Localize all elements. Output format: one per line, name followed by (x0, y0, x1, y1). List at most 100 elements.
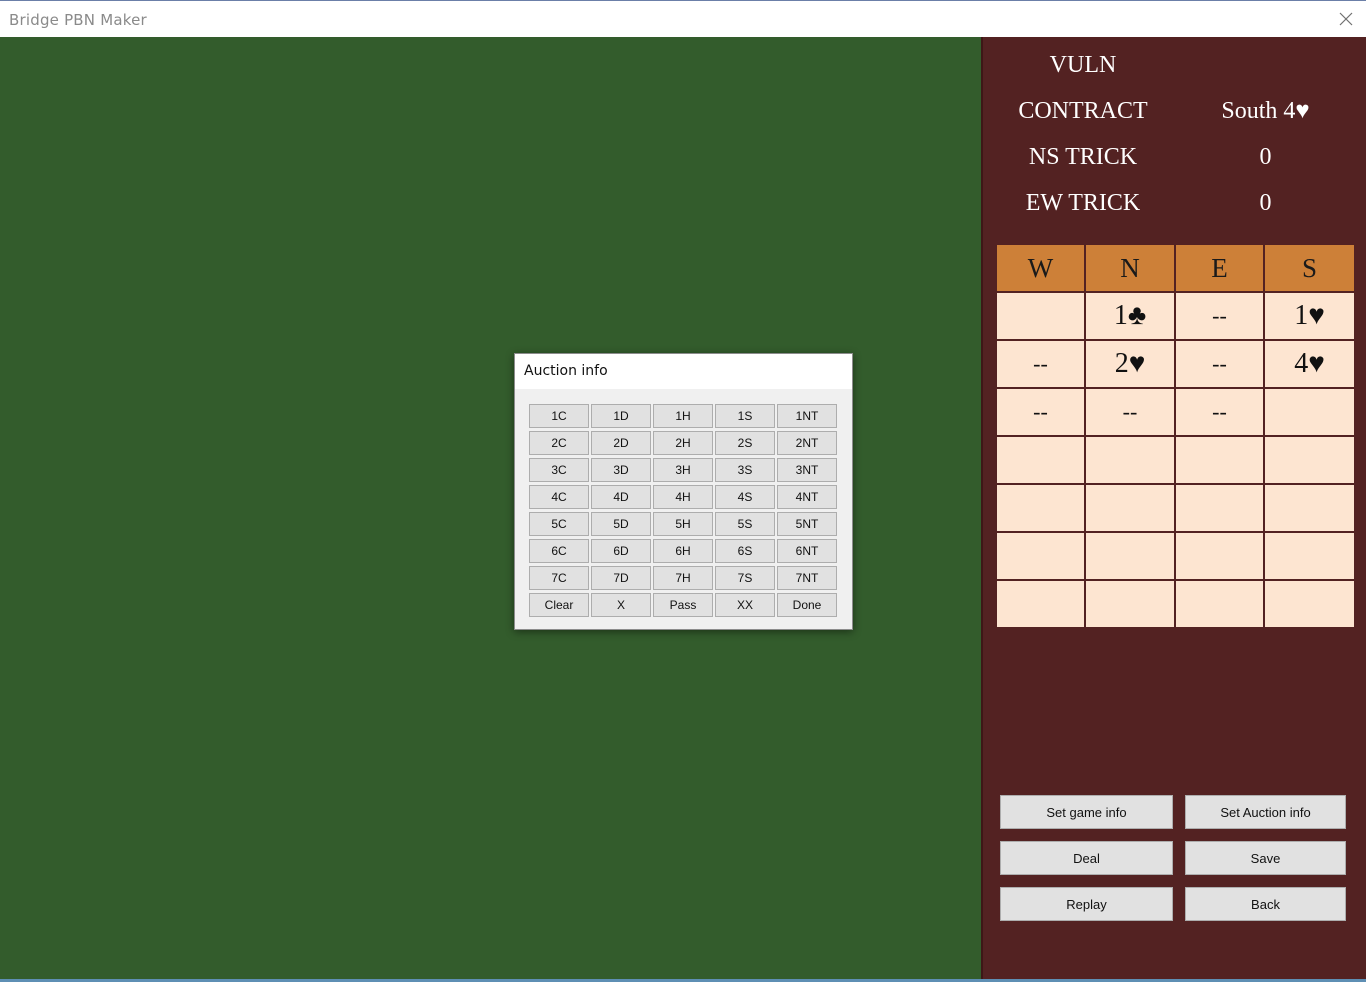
auction-history-grid: W N E S 1♣ -- 1♥ -- 2♥ -- 4♥ -- -- -- (995, 243, 1356, 629)
auction-row: -- -- -- (995, 387, 1356, 437)
bid-button-3d[interactable]: 3D (591, 458, 651, 482)
deal-button[interactable]: Deal (1000, 841, 1173, 875)
bid-button-6s[interactable]: 6S (715, 539, 775, 563)
bid-button-7d[interactable]: 7D (591, 566, 651, 590)
auction-header-row: W N E S (995, 243, 1356, 293)
bid-button-2d[interactable]: 2D (591, 431, 651, 455)
bid-button-5d[interactable]: 5D (591, 512, 651, 536)
set-auction-info-button[interactable]: Set Auction info (1185, 795, 1346, 829)
back-button[interactable]: Back (1185, 887, 1346, 921)
auction-row (995, 483, 1356, 533)
set-game-info-button[interactable]: Set game info (1000, 795, 1173, 829)
auction-cell: -- (1174, 291, 1265, 341)
redouble-button[interactable]: XX (715, 593, 775, 617)
auction-cell: -- (1174, 387, 1265, 437)
auction-cell: 4♥ (1263, 339, 1356, 389)
bid-button-7h[interactable]: 7H (653, 566, 713, 590)
ns-trick-value: 0 (1259, 144, 1272, 170)
bid-button-7s[interactable]: 7S (715, 566, 775, 590)
vuln-label: VULN (1049, 52, 1117, 78)
auction-cell: 2♥ (1084, 339, 1176, 389)
contract-label: CONTRACT (1018, 98, 1148, 124)
auction-cell (1263, 483, 1356, 533)
bid-button-6h[interactable]: 6H (653, 539, 713, 563)
bid-button-5nt[interactable]: 5NT (777, 512, 837, 536)
replay-button[interactable]: Replay (1000, 887, 1173, 921)
auction-cell (1174, 579, 1265, 629)
auction-cell (1263, 435, 1356, 485)
bid-button-3nt[interactable]: 3NT (777, 458, 837, 482)
save-button[interactable]: Save (1185, 841, 1346, 875)
pass-button[interactable]: Pass (653, 593, 713, 617)
bid-button-1nt[interactable]: 1NT (777, 404, 837, 428)
bid-button-2s[interactable]: 2S (715, 431, 775, 455)
bid-button-4h[interactable]: 4H (653, 485, 713, 509)
bid-button-grid: 1C 1D 1H 1S 1NT 2C 2D 2H 2S 2NT 3C 3D 3H… (529, 404, 840, 617)
auction-cell: 1♥ (1263, 291, 1356, 341)
ns-trick-label: NS TRICK (1028, 144, 1138, 170)
ew-trick-value: 0 (1259, 190, 1272, 216)
bid-button-6nt[interactable]: 6NT (777, 539, 837, 563)
auction-cell (1263, 387, 1356, 437)
title-bar: Bridge PBN Maker (0, 0, 1366, 37)
contract-value: South 4♥ (1221, 98, 1310, 124)
auction-cell (1174, 531, 1265, 581)
done-button[interactable]: Done (777, 593, 837, 617)
auction-row: 1♣ -- 1♥ (995, 291, 1356, 341)
window-title: Bridge PBN Maker (9, 11, 147, 29)
bid-button-6c[interactable]: 6C (529, 539, 589, 563)
bid-button-4nt[interactable]: 4NT (777, 485, 837, 509)
dialog-title-bar[interactable]: Auction info (515, 354, 852, 389)
auction-cell (995, 291, 1086, 341)
bid-button-5h[interactable]: 5H (653, 512, 713, 536)
auction-row (995, 531, 1356, 581)
bid-button-1d[interactable]: 1D (591, 404, 651, 428)
bid-button-2nt[interactable]: 2NT (777, 431, 837, 455)
auction-cell (1174, 483, 1265, 533)
auction-cell (995, 483, 1086, 533)
auction-cell: -- (995, 339, 1086, 389)
auction-row (995, 579, 1356, 629)
bid-button-7nt[interactable]: 7NT (777, 566, 837, 590)
auction-cell (995, 579, 1086, 629)
auction-cell: -- (1084, 387, 1176, 437)
double-button[interactable]: X (591, 593, 651, 617)
bid-button-2h[interactable]: 2H (653, 431, 713, 455)
auction-cell (995, 531, 1086, 581)
dialog-title: Auction info (524, 363, 608, 379)
bid-button-4s[interactable]: 4S (715, 485, 775, 509)
bid-button-1s[interactable]: 1S (715, 404, 775, 428)
header-north: N (1084, 243, 1176, 293)
ew-trick-label: EW TRICK (1025, 190, 1141, 216)
close-icon (1339, 12, 1353, 26)
bid-button-2c[interactable]: 2C (529, 431, 589, 455)
bid-button-3c[interactable]: 3C (529, 458, 589, 482)
bid-button-4d[interactable]: 4D (591, 485, 651, 509)
auction-cell (1174, 435, 1265, 485)
bid-button-1c[interactable]: 1C (529, 404, 589, 428)
auction-row (995, 435, 1356, 485)
auction-info-dialog: Auction info 1C 1D 1H 1S 1NT 2C 2D 2H 2S… (514, 353, 853, 630)
auction-row: -- 2♥ -- 4♥ (995, 339, 1356, 389)
bid-button-5c[interactable]: 5C (529, 512, 589, 536)
bid-button-5s[interactable]: 5S (715, 512, 775, 536)
auction-cell (1263, 531, 1356, 581)
auction-cell (1263, 579, 1356, 629)
bid-button-4c[interactable]: 4C (529, 485, 589, 509)
bid-button-7c[interactable]: 7C (529, 566, 589, 590)
auction-cell: 1♣ (1084, 291, 1176, 341)
auction-cell (995, 435, 1086, 485)
auction-cell: -- (1174, 339, 1265, 389)
auction-cell (1084, 483, 1176, 533)
bid-button-1h[interactable]: 1H (653, 404, 713, 428)
auction-cell (1084, 435, 1176, 485)
header-south: S (1263, 243, 1356, 293)
auction-cell (1084, 531, 1176, 581)
clear-button[interactable]: Clear (529, 593, 589, 617)
bid-button-3s[interactable]: 3S (715, 458, 775, 482)
bid-button-3h[interactable]: 3H (653, 458, 713, 482)
header-east: E (1174, 243, 1265, 293)
close-button[interactable] (1334, 7, 1358, 31)
bid-button-6d[interactable]: 6D (591, 539, 651, 563)
auction-cell: -- (995, 387, 1086, 437)
